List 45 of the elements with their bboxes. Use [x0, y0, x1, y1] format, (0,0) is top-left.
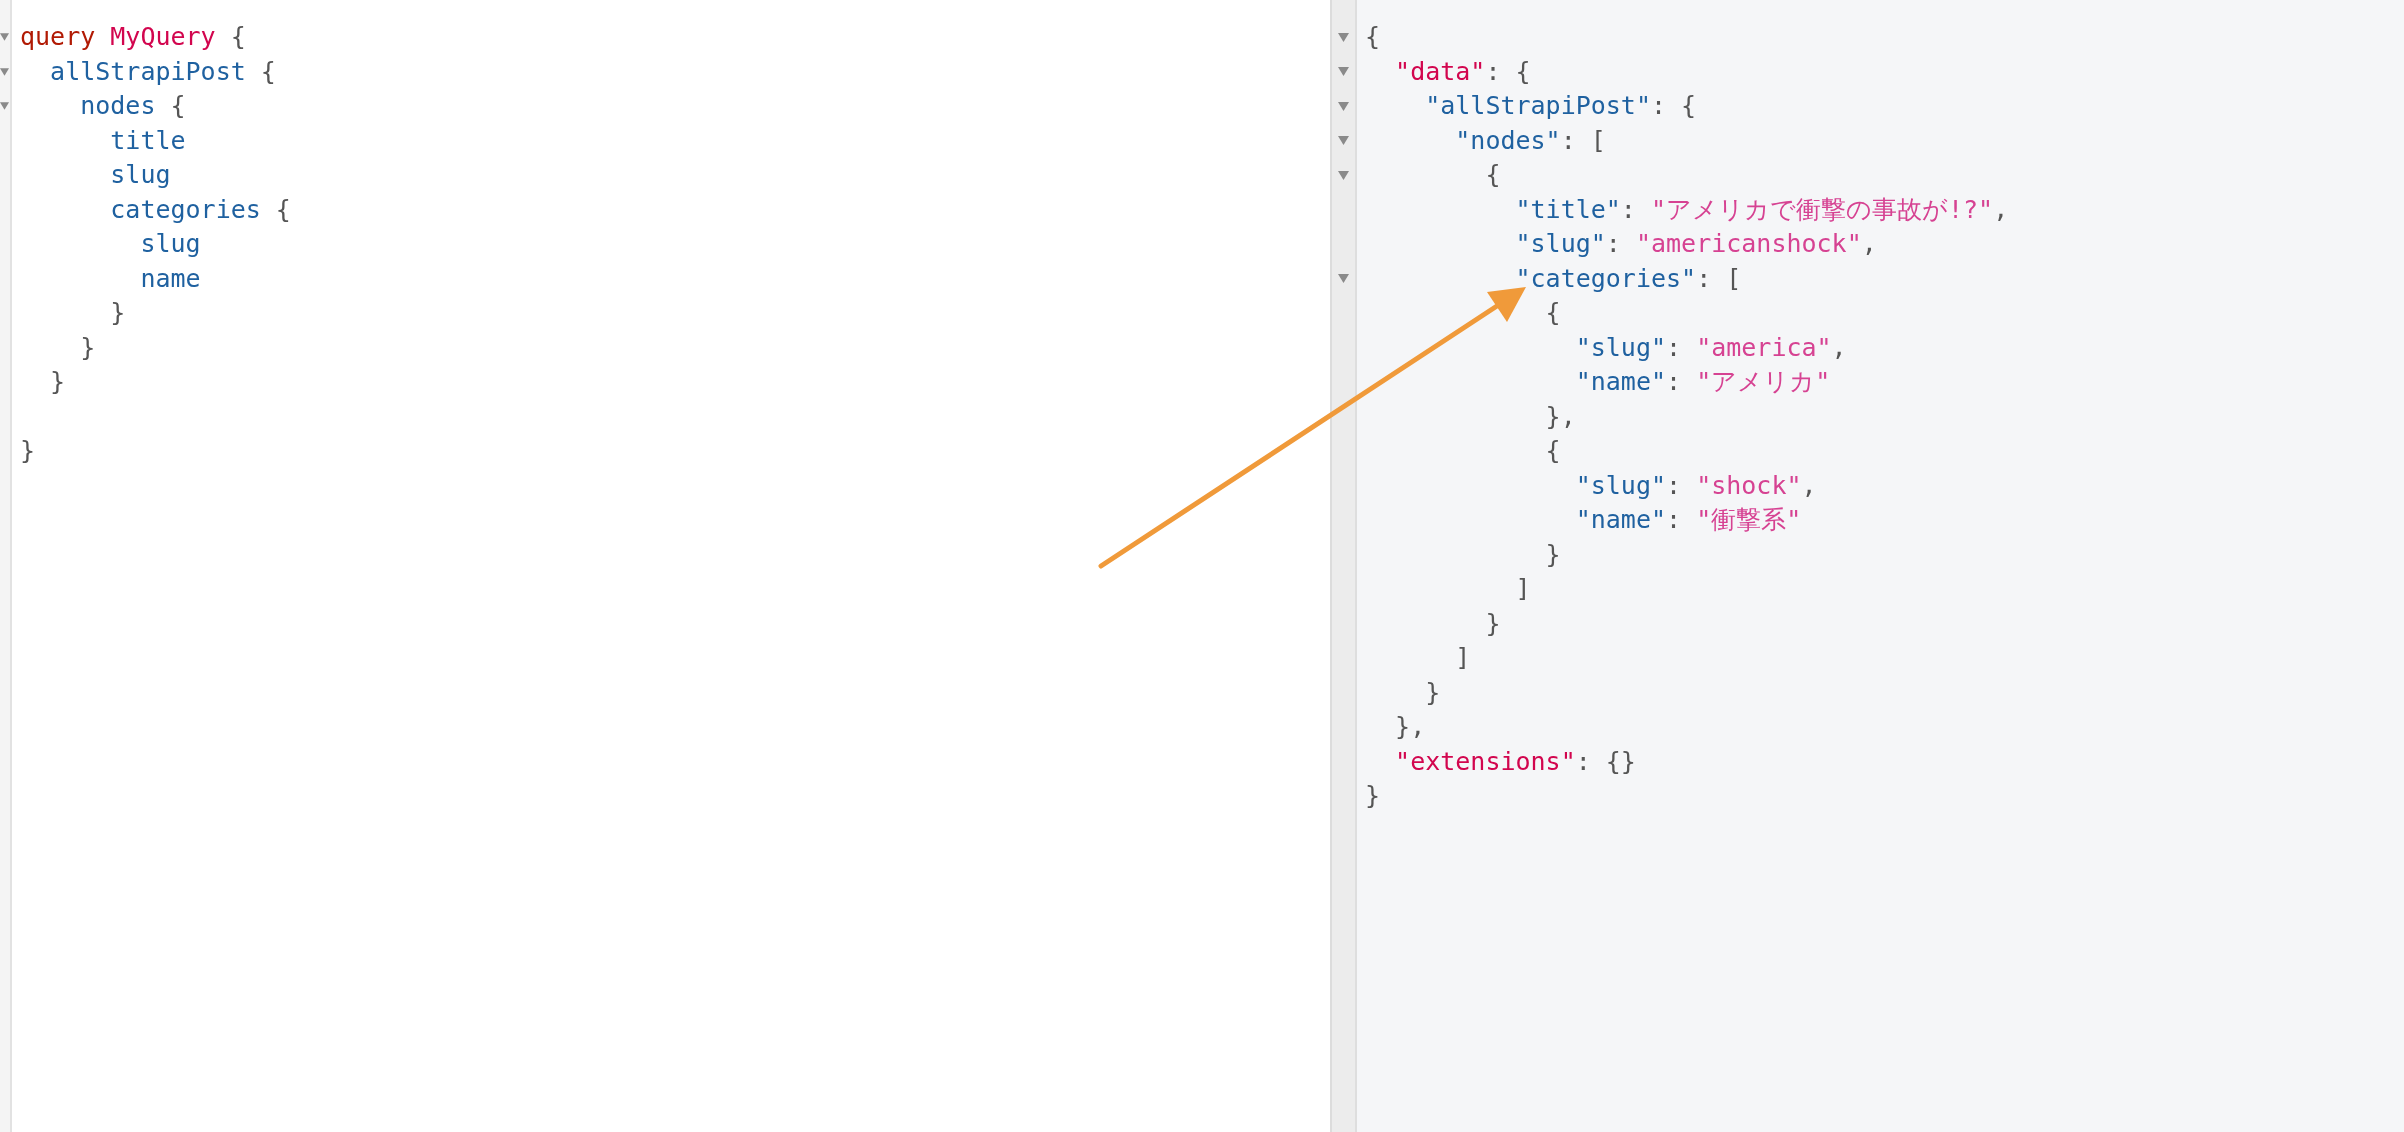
- code-line: }: [20, 436, 36, 465]
- code-line: categories {: [110, 194, 291, 224]
- code-line: "extensions": {}: [1395, 746, 1636, 776]
- fold-arrow-icon[interactable]: [1338, 170, 1349, 180]
- code-line: }: [1485, 608, 1501, 638]
- code-line: {: [1545, 298, 1561, 327]
- code-line: nodes {: [80, 91, 186, 120]
- query-editor-pane[interactable]: query MyQuery { allStrapiPost { nodes { title slug categories { slug name } } } }: [0, 0, 1332, 1132]
- code-line: }: [50, 367, 66, 396]
- code-line: }: [110, 298, 126, 327]
- code-line: slug: [110, 160, 171, 189]
- fold-arrow-icon[interactable]: [1338, 101, 1349, 111]
- code-line: "allStrapiPost": {: [1425, 91, 1697, 120]
- code-line: "slug": "americanshock",: [1515, 229, 1877, 258]
- code-line: "slug": "america",: [1575, 332, 1847, 362]
- fold-arrow-icon[interactable]: [1338, 67, 1349, 77]
- code-line: {: [1485, 160, 1501, 189]
- code-line: "nodes": [: [1455, 125, 1606, 155]
- code-line: name: [140, 263, 201, 293]
- code-line: }: [1425, 677, 1441, 707]
- code-line: allStrapiPost {: [50, 56, 276, 86]
- code-line: query MyQuery {: [20, 22, 246, 51]
- code-line: "name": "衝撃系": [1575, 505, 1802, 534]
- code-line: title: [110, 125, 186, 155]
- fold-arrow-icon[interactable]: [1338, 136, 1349, 146]
- code-line: {: [1545, 436, 1561, 465]
- code-line: "data": {: [1395, 56, 1531, 86]
- code-line: "name": "アメリカ": [1575, 367, 1831, 396]
- fold-arrow-icon[interactable]: [0, 67, 9, 76]
- code-line: ]: [1515, 574, 1531, 603]
- code-line: slug: [140, 229, 201, 258]
- code-line: ]: [1455, 643, 1471, 672]
- code-line: }: [1545, 539, 1561, 569]
- fold-arrow-icon[interactable]: [0, 102, 9, 111]
- fold-arrow-icon[interactable]: [1338, 274, 1349, 284]
- code-line: },: [1395, 712, 1426, 741]
- code-line: }: [1365, 781, 1381, 810]
- code-line: }: [80, 332, 96, 362]
- code-line: "title": "アメリカで衝撃の事故が!?",: [1515, 194, 2009, 224]
- fold-arrow-icon[interactable]: [0, 33, 9, 42]
- code-line: {: [1365, 22, 1381, 51]
- code-line: },: [1545, 401, 1576, 431]
- code-line: "categories": [: [1515, 263, 1742, 293]
- code-line: "slug": "shock",: [1575, 470, 1817, 500]
- fold-arrow-icon[interactable]: [1338, 32, 1349, 42]
